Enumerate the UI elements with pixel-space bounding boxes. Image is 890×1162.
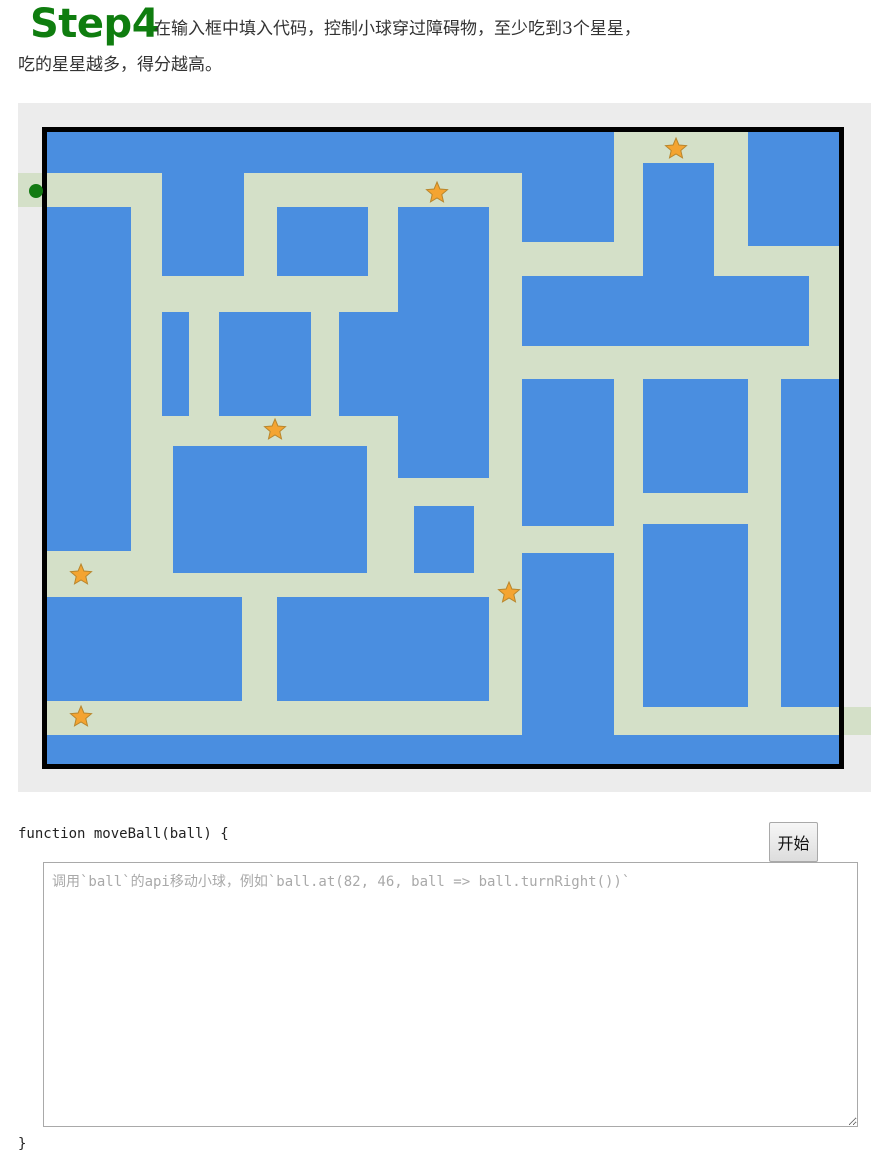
path-segment	[368, 207, 398, 312]
path-segment	[643, 493, 748, 524]
function-header: function moveBall(ball) {	[18, 826, 229, 842]
game-board	[18, 127, 871, 769]
step-title: Step4	[30, 1, 160, 47]
game-panel	[18, 103, 871, 792]
path-segment	[398, 506, 414, 578]
path-segment	[522, 526, 614, 553]
path-segment	[367, 446, 398, 578]
path-segment	[474, 506, 489, 578]
path-segment	[131, 416, 398, 446]
ball-icon	[29, 184, 43, 198]
path-segment	[748, 379, 781, 711]
function-footer: }	[18, 1136, 27, 1152]
path-segment	[489, 173, 522, 735]
path-segment	[242, 597, 277, 701]
path-segment	[522, 346, 840, 379]
instruction-text-line1: 在输入框中填入代码，控制小球穿过障碍物，至少吃到3个星星，	[154, 19, 641, 39]
path-exit	[643, 707, 871, 735]
start-button[interactable]: 开始	[769, 822, 818, 862]
path-segment	[244, 173, 522, 207]
path-segment	[189, 312, 219, 416]
path-segment	[46, 573, 489, 597]
instruction-text-line2: 吃的星星越多，得分越高。	[18, 55, 222, 75]
path-segment	[614, 131, 643, 276]
path-segment	[398, 478, 489, 506]
path-segment	[311, 312, 339, 416]
code-input[interactable]	[43, 862, 858, 1127]
path-segment	[614, 379, 643, 735]
path-segment	[46, 701, 522, 735]
path-segment	[244, 173, 277, 312]
